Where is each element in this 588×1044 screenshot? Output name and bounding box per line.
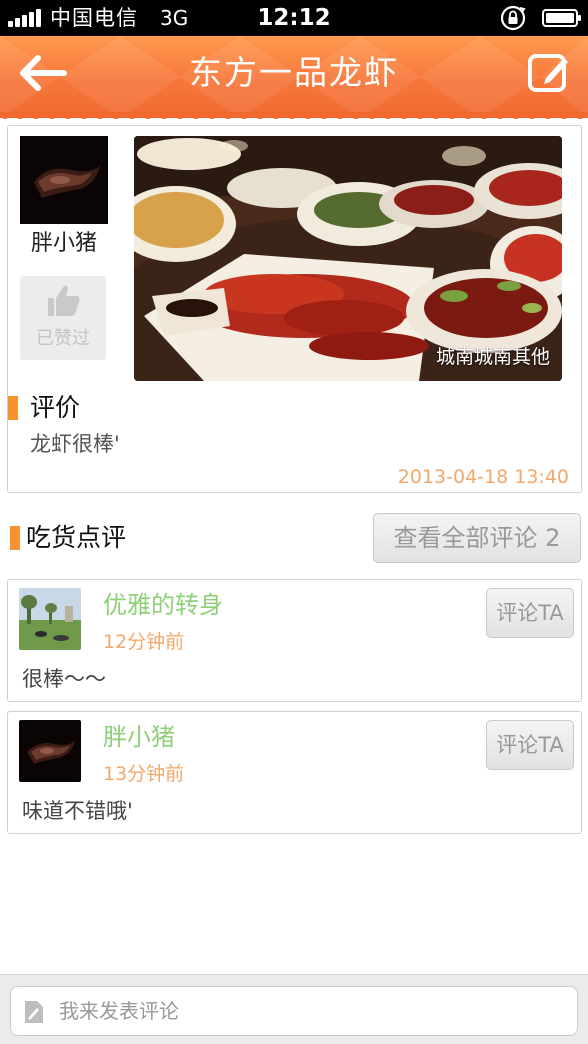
comments-section-marker [10,526,20,550]
author-avatar[interactable] [20,136,108,224]
battery-icon [542,9,581,27]
edit-button[interactable] [524,48,574,98]
nav-scallop-edge [0,112,588,119]
nav-bar: 东方一品龙虾 [0,36,588,118]
like-label: 已赞过 [36,328,90,349]
commenter-avatar[interactable] [19,720,81,782]
edit-icon [528,54,568,92]
commenter-name[interactable]: 胖小猪 [103,722,175,752]
comment-input[interactable]: 我来发表评论 [10,986,578,1036]
post-timestamp: 2013-04-18 13:40 [397,466,569,488]
comment-text: 味道不错哦' [22,799,133,823]
comment-composer-bar: 我来发表评论 [0,974,588,1044]
comment-card: 优雅的转身 12分钟前 评论TA 很棒～～ [7,579,582,702]
pencil-icon [25,1001,43,1023]
photo-caption: 城南城南其他 [435,346,550,368]
commenter-avatar[interactable] [19,588,81,650]
page-title: 东方一品龙虾 [189,53,399,92]
comment-time: 13分钟前 [103,763,185,785]
rotation-lock-icon [500,5,526,31]
review-heading: 评价 [30,393,81,422]
comment-time: 12分钟前 [103,631,185,653]
reply-button[interactable]: 评论TA [486,720,574,770]
comment-text: 很棒～～ [22,667,106,691]
view-all-comments-button[interactable]: 查看全部评论 2 [373,513,581,563]
post-card: 胖小猪 已赞过 城南城南其他 评价 龙虾很棒' 2013-04-18 13:40 [7,125,582,493]
comment-input-placeholder: 我来发表评论 [59,999,179,1023]
comments-heading: 吃货点评 [26,523,127,552]
food-photo[interactable]: 城南城南其他 [134,136,562,381]
review-section-marker [8,396,18,420]
review-text: 龙虾很棒' [30,432,120,456]
like-button[interactable]: 已赞过 [20,276,106,360]
reply-button[interactable]: 评论TA [486,588,574,638]
comment-card: 胖小猪 13分钟前 评论TA 味道不错哦' [7,711,582,834]
commenter-name[interactable]: 优雅的转身 [103,590,223,620]
author-name[interactable]: 胖小猪 [14,230,114,258]
thumbs-up-icon [48,285,80,316]
status-bar: 中国电信 3G 12:12 [0,0,588,36]
